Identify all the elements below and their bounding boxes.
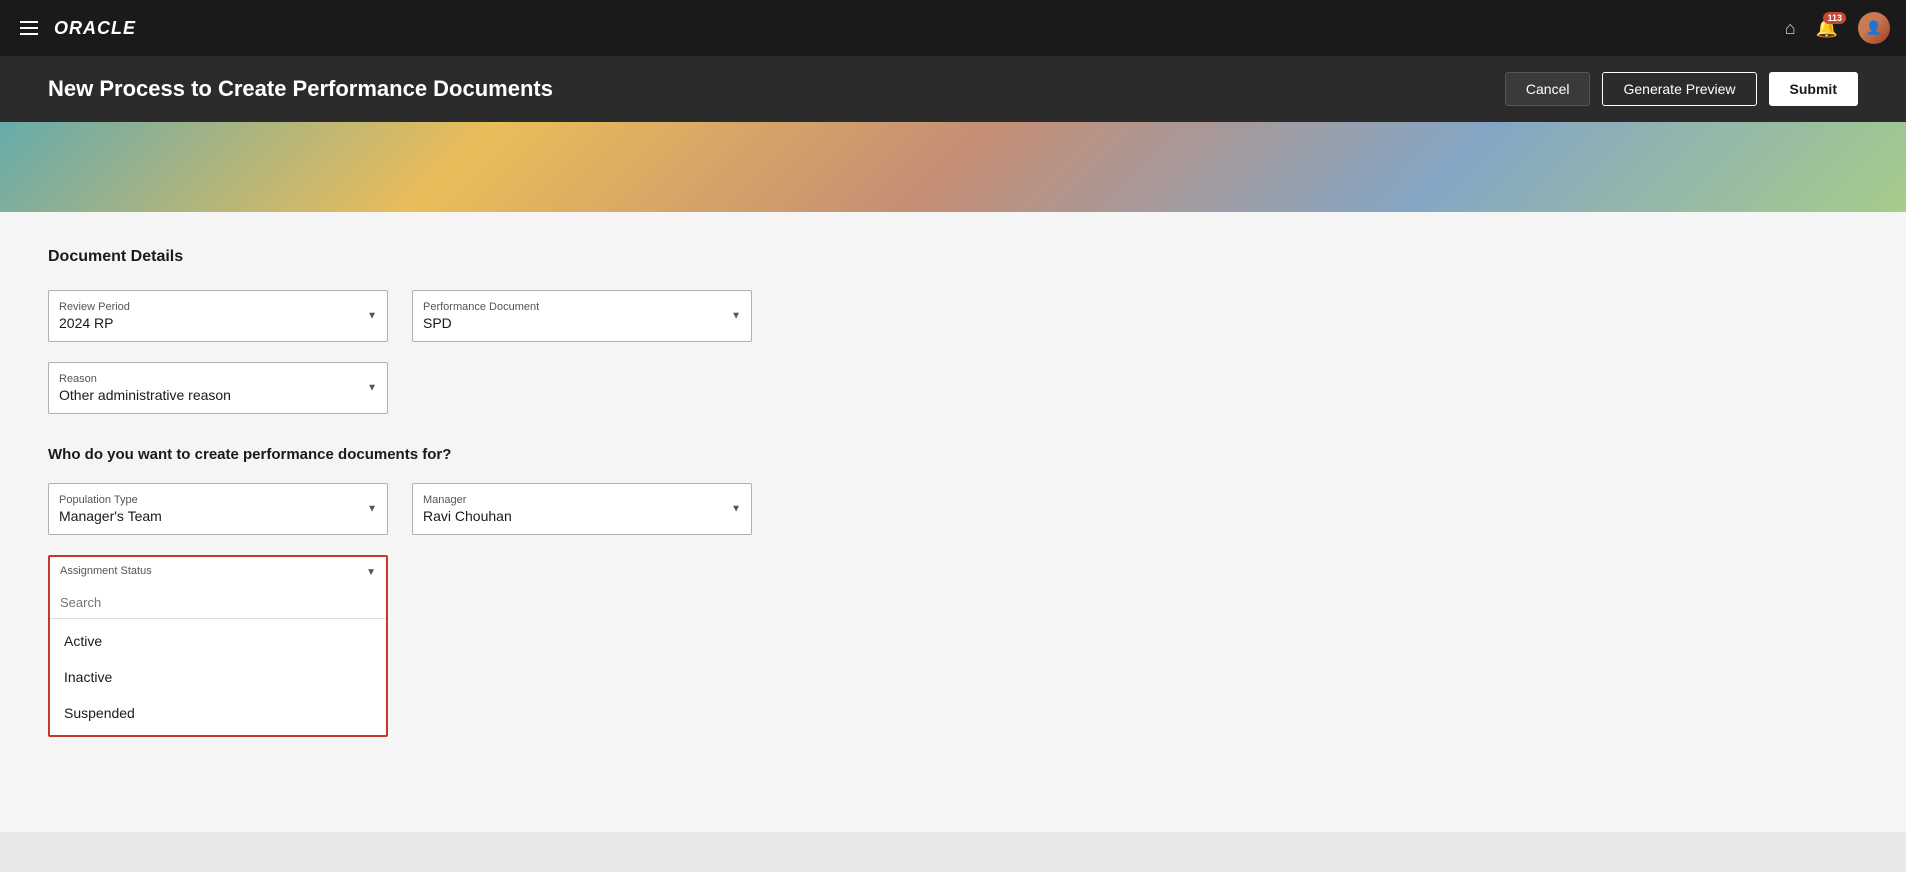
- who-section: Who do you want to create performance do…: [48, 446, 1858, 737]
- option-active[interactable]: Active: [50, 623, 386, 659]
- document-details-title: Document Details: [48, 248, 1858, 266]
- assignment-status-header[interactable]: Assignment Status ▼: [50, 557, 386, 587]
- avatar-image: 👤: [1858, 12, 1890, 44]
- who-row-1: Population Type Manager's Team ▼ Manager…: [48, 483, 1858, 535]
- page-header: New Process to Create Performance Docume…: [0, 56, 1906, 122]
- review-period-select[interactable]: Review Period 2024 RP ▼: [48, 290, 388, 342]
- performance-document-field: Performance Document SPD ▼: [412, 290, 752, 342]
- who-row-2: Assignment Status ▼ Active Inactive Susp…: [48, 555, 1858, 737]
- notification-badge: 113: [1823, 12, 1846, 24]
- top-navigation: ORACLE ⌂ 🔔 113 👤: [0, 0, 1906, 56]
- review-period-field: Review Period 2024 RP ▼: [48, 290, 388, 342]
- population-type-select[interactable]: Population Type Manager's Team ▼: [48, 483, 388, 535]
- reason-field: Reason Other administrative reason ▼: [48, 362, 388, 414]
- population-type-chevron: ▼: [367, 504, 377, 515]
- performance-document-chevron: ▼: [731, 311, 741, 322]
- review-period-value: 2024 RP: [59, 315, 351, 331]
- assignment-status-list: Active Inactive Suspended: [50, 619, 386, 735]
- manager-chevron: ▼: [731, 504, 741, 515]
- assignment-status-dropdown: Assignment Status ▼ Active Inactive Susp…: [48, 555, 388, 737]
- reason-label: Reason: [59, 373, 351, 385]
- performance-document-label: Performance Document: [423, 301, 715, 313]
- submit-button[interactable]: Submit: [1769, 72, 1858, 106]
- reason-chevron: ▼: [367, 383, 377, 394]
- assignment-status-search[interactable]: [60, 593, 376, 612]
- reason-value: Other administrative reason: [59, 387, 351, 403]
- assignment-status-chevron: ▼: [366, 567, 376, 578]
- cancel-button[interactable]: Cancel: [1505, 72, 1591, 106]
- main-content: Document Details Review Period 2024 RP ▼…: [0, 212, 1906, 832]
- hamburger-menu[interactable]: [16, 17, 42, 39]
- form-row-1: Review Period 2024 RP ▼ Performance Docu…: [48, 290, 1858, 342]
- dropdown-search-row: [50, 587, 386, 619]
- review-period-label: Review Period: [59, 301, 351, 313]
- population-type-value: Manager's Team: [59, 508, 351, 524]
- decorative-banner: [0, 122, 1906, 212]
- manager-select[interactable]: Manager Ravi Chouhan ▼: [412, 483, 752, 535]
- reason-select[interactable]: Reason Other administrative reason ▼: [48, 362, 388, 414]
- who-title: Who do you want to create performance do…: [48, 446, 1858, 463]
- document-details-section: Document Details Review Period 2024 RP ▼…: [48, 248, 1858, 414]
- assignment-status-label: Assignment Status: [60, 565, 152, 577]
- performance-document-value: SPD: [423, 315, 715, 331]
- avatar[interactable]: 👤: [1858, 12, 1890, 44]
- review-period-chevron: ▼: [367, 311, 377, 322]
- performance-document-select[interactable]: Performance Document SPD ▼: [412, 290, 752, 342]
- manager-label: Manager: [423, 494, 715, 506]
- home-icon[interactable]: ⌂: [1785, 18, 1796, 39]
- option-suspended[interactable]: Suspended: [50, 695, 386, 731]
- nav-right: ⌂ 🔔 113 👤: [1785, 12, 1890, 44]
- form-row-2: Reason Other administrative reason ▼: [48, 362, 1858, 414]
- assignment-status-field: Assignment Status ▼ Active Inactive Susp…: [48, 555, 388, 737]
- nav-left: ORACLE: [16, 17, 136, 39]
- notification-icon[interactable]: 🔔 113: [1816, 18, 1838, 39]
- manager-value: Ravi Chouhan: [423, 508, 715, 524]
- oracle-logo: ORACLE: [54, 18, 136, 39]
- option-inactive[interactable]: Inactive: [50, 659, 386, 695]
- header-actions: Cancel Generate Preview Submit: [1505, 72, 1858, 106]
- manager-field: Manager Ravi Chouhan ▼: [412, 483, 752, 535]
- page-title: New Process to Create Performance Docume…: [48, 76, 553, 102]
- population-type-field: Population Type Manager's Team ▼: [48, 483, 388, 535]
- population-type-label: Population Type: [59, 494, 351, 506]
- generate-preview-button[interactable]: Generate Preview: [1602, 72, 1756, 106]
